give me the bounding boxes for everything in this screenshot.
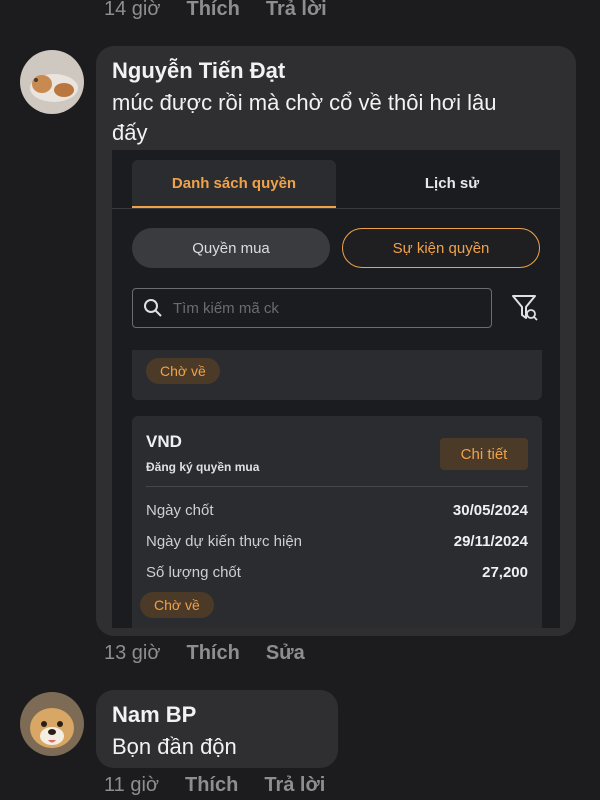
cat-avatar[interactable] bbox=[20, 50, 84, 114]
row-value: 27,200 bbox=[482, 564, 528, 581]
comment-text: Bọn đần độn bbox=[112, 734, 237, 759]
detail-button: Chi tiết bbox=[440, 438, 528, 470]
reply-link[interactable]: Trả lời bbox=[266, 0, 327, 21]
row-label: Ngày chốt bbox=[146, 502, 214, 519]
tab-bar: Danh sách quyền Lịch sử bbox=[112, 150, 560, 209]
row-value: 30/05/2024 bbox=[452, 502, 528, 519]
event-type: Đăng ký quyền mua bbox=[146, 460, 260, 474]
top-comment-actions: 14 giờ Thích Trả lời bbox=[104, 0, 327, 21]
comment-text-line1: múc được rồi mà chờ cổ về thôi hơi lâu bbox=[112, 90, 497, 115]
status-badge: Chờ về bbox=[146, 358, 220, 384]
comment-text-line2: đấy bbox=[112, 120, 148, 145]
like-link[interactable]: Thích bbox=[186, 0, 239, 21]
event-card: VND Đăng ký quyền mua Chi tiết Ngày chốt… bbox=[132, 416, 542, 628]
timestamp: 13 giờ bbox=[104, 642, 161, 664]
quantity-row: Số lượng chốt 27,200 bbox=[146, 564, 528, 581]
row-label: Ngày dự kiến thực hiện bbox=[146, 533, 302, 550]
status-badge: Chờ về bbox=[140, 592, 214, 618]
timestamp: 11 giờ bbox=[104, 774, 159, 796]
comment-actions: 11 giờ Thích Trả lời bbox=[104, 774, 325, 797]
record-date-row: Ngày chốt 30/05/2024 bbox=[146, 502, 528, 519]
purchase-rights-pill: Quyền mua bbox=[132, 228, 330, 268]
comment-author[interactable]: Nguyễn Tiến Đạt bbox=[112, 58, 285, 84]
attached-screenshot[interactable]: Danh sách quyền Lịch sử Quyền mua Sự kiệ… bbox=[112, 150, 560, 628]
comment-bubble: Nam BP Bọn đần độn bbox=[96, 690, 338, 768]
like-link[interactable]: Thích bbox=[185, 774, 238, 797]
search-box: Tìm kiếm mã ck bbox=[132, 288, 492, 328]
expected-date-row: Ngày dự kiến thực hiện 29/11/2024 bbox=[146, 533, 528, 550]
comment-actions: 13 giờ Thích Sửa bbox=[104, 642, 305, 665]
tab-history: Lịch sử bbox=[424, 174, 480, 192]
stock-symbol: VND bbox=[146, 432, 182, 451]
row-value: 29/11/2024 bbox=[453, 533, 528, 550]
row-label: Số lượng chốt bbox=[146, 564, 241, 581]
search-icon bbox=[143, 298, 163, 318]
tab-rights-list: Danh sách quyền bbox=[132, 160, 336, 208]
timestamp: 14 giờ bbox=[104, 0, 161, 20]
comment-author[interactable]: Nam BP bbox=[112, 702, 196, 728]
filter-icon bbox=[510, 292, 540, 324]
divider bbox=[146, 486, 528, 487]
like-link[interactable]: Thích bbox=[186, 642, 239, 665]
reply-link[interactable]: Trả lời bbox=[264, 774, 325, 797]
previous-event-card: Chờ về bbox=[132, 350, 542, 400]
rights-events-pill: Sự kiện quyền bbox=[342, 228, 540, 268]
search-placeholder: Tìm kiếm mã ck bbox=[173, 299, 279, 317]
edit-link[interactable]: Sửa bbox=[266, 642, 305, 665]
dog-avatar[interactable] bbox=[20, 692, 84, 756]
